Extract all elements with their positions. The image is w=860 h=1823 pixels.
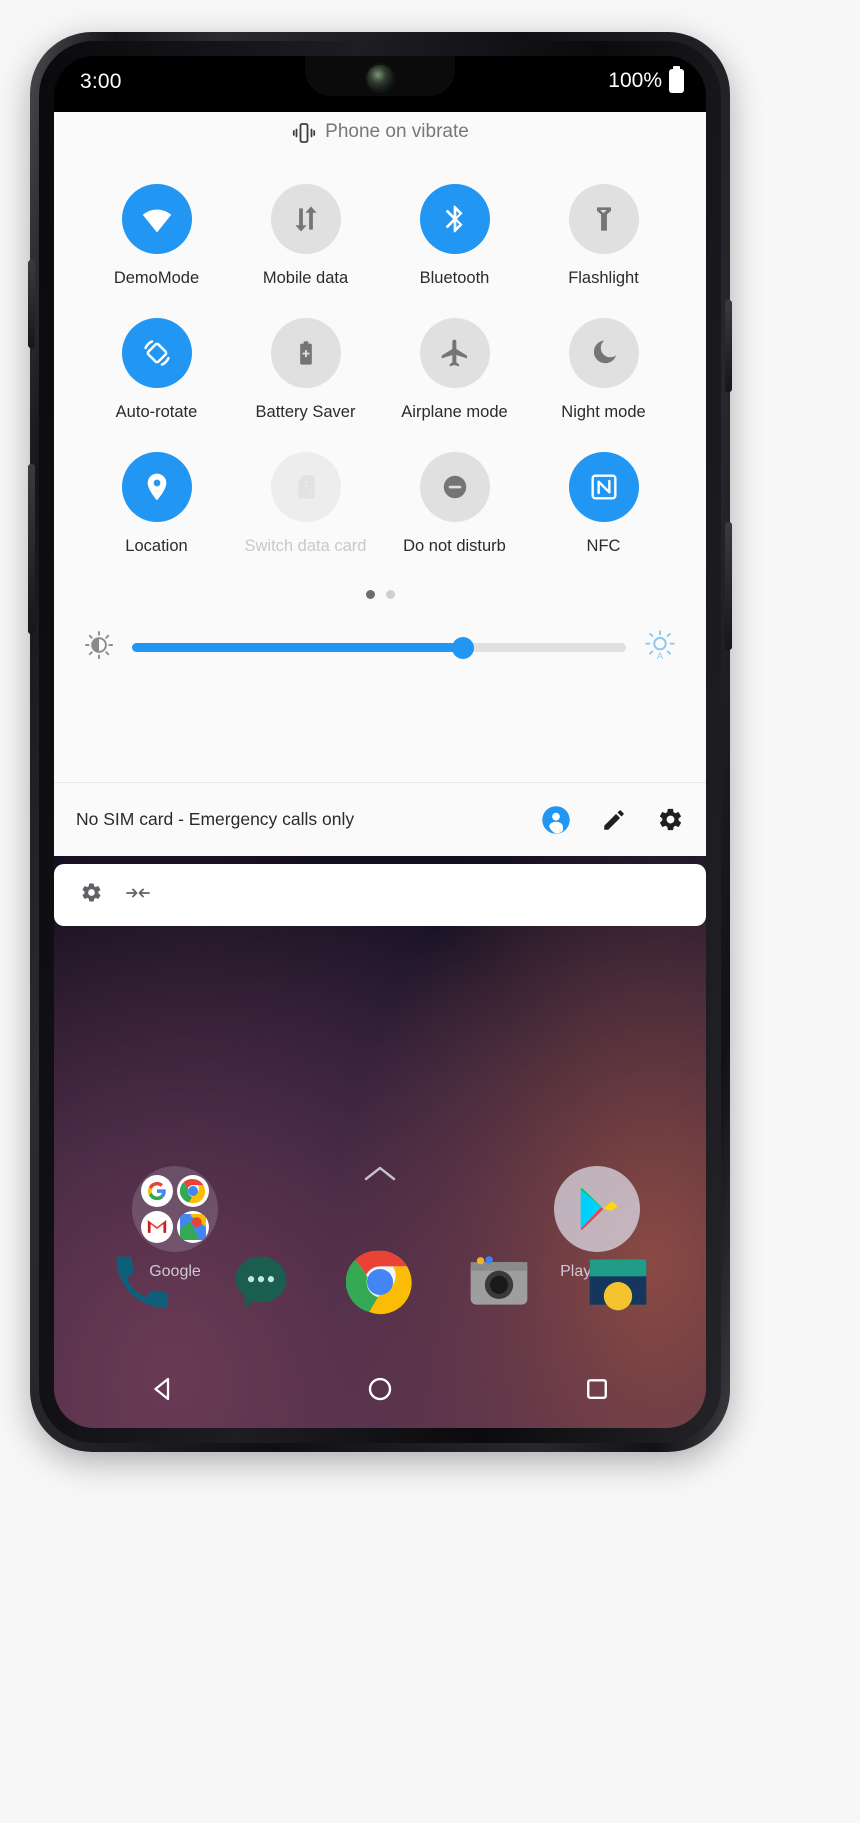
quick-settings-row: Location 1 Switch data card Do not distu… (82, 452, 678, 586)
qs-tile-label: Battery Saver (255, 403, 356, 421)
qs-tile-label: NFC (586, 537, 621, 555)
google-g-icon (141, 1175, 174, 1208)
notch (305, 56, 455, 96)
power-button[interactable] (725, 300, 732, 392)
mobile-data-icon[interactable] (270, 184, 341, 254)
dock-item-chrome[interactable] (345, 1248, 414, 1316)
qs-tile-label: Airplane mode (401, 403, 508, 421)
home-circle-icon[interactable] (365, 1374, 395, 1409)
battery-percent-label: 100% (608, 69, 662, 92)
brightness-slider-thumb[interactable] (451, 636, 474, 659)
qs-tile-mobile-data[interactable]: Mobile data (231, 184, 380, 288)
airplane-icon[interactable] (419, 318, 490, 388)
location-pin-icon[interactable] (121, 452, 192, 522)
qs-tile-night-mode[interactable]: Night mode (529, 318, 678, 422)
qs-tile-label: Switch data card (244, 537, 367, 555)
front-camera-icon (367, 65, 393, 91)
alert-slider-button[interactable] (28, 260, 35, 348)
qs-tile-location[interactable]: Location (82, 452, 231, 556)
status-bar: 3:00 100% (54, 56, 706, 112)
battery-saver-icon[interactable] (270, 318, 341, 388)
phone-device: Google Play Store (28, 32, 732, 1452)
sim-status-text: No SIM card - Emergency calls only (76, 809, 355, 829)
status-bar-clock: 3:00 (80, 70, 122, 93)
qs-tile-label: Do not disturb (403, 537, 506, 555)
brightness-slider-fill (132, 643, 463, 652)
qs-tile-demomode[interactable]: DemoMode (82, 184, 231, 288)
dock-item-camera[interactable] (465, 1248, 533, 1316)
qs-tile-label: Location (125, 537, 188, 555)
back-triangle-icon[interactable] (148, 1374, 178, 1409)
quick-settings-row: DemoMode Mobile data Bluetooth Flashligh… (82, 184, 678, 318)
phone-screen: Google Play Store (54, 56, 706, 1428)
bluetooth-icon[interactable] (419, 184, 490, 254)
volume-down-button[interactable] (28, 464, 35, 634)
battery-full-icon (669, 66, 684, 93)
recents-square-icon[interactable] (582, 1374, 612, 1409)
qs-tile-bluetooth[interactable]: Bluetooth (380, 184, 529, 288)
qs-tile-label: Bluetooth (419, 269, 490, 287)
google-maps-icon (176, 1210, 209, 1243)
qs-tile-label: Mobile data (262, 269, 349, 287)
dock-item-photos[interactable] (584, 1248, 652, 1316)
dock-item-phone[interactable] (108, 1248, 176, 1316)
qs-tile-auto-rotate[interactable]: Auto-rotate (82, 318, 231, 422)
quick-settings-row: Auto-rotate Battery Saver Airplane mode … (82, 318, 678, 452)
auto-rotate-icon[interactable] (121, 318, 192, 388)
chrome-icon (176, 1175, 209, 1208)
google-folder-icon[interactable] (132, 1166, 218, 1252)
brightness-row: A (54, 599, 706, 666)
volume-button[interactable] (725, 522, 732, 650)
gear-settings-icon[interactable] (657, 806, 684, 833)
sim-card-icon[interactable]: 1 (270, 452, 341, 522)
pencil-edit-icon[interactable] (601, 807, 627, 833)
flashlight-icon[interactable] (568, 184, 639, 254)
do-not-disturb-icon[interactable] (419, 452, 490, 522)
quick-settings-page-dots[interactable] (54, 590, 706, 599)
page-dot-2[interactable] (385, 590, 395, 599)
qs-tile-battery-saver[interactable]: Battery Saver (231, 318, 380, 422)
quick-settings-tiles: DemoMode Mobile data Bluetooth Flashligh… (54, 168, 706, 586)
gmail-icon (141, 1210, 174, 1243)
notification-settings-card[interactable] (54, 864, 706, 926)
moon-icon[interactable] (568, 318, 639, 388)
chevron-up-icon[interactable] (363, 1164, 397, 1189)
dock-item-messages[interactable] (227, 1248, 295, 1316)
brightness-auto-icon[interactable]: A (644, 629, 676, 666)
qs-tile-switch-data-card[interactable]: 1 Switch data card (231, 452, 380, 556)
quick-settings-panel: Phone on vibrate DemoMode Mobile data Bl… (54, 96, 706, 856)
quick-settings-footer: No SIM card - Emergency calls only (54, 782, 706, 856)
page-dot-1[interactable] (365, 590, 375, 599)
user-account-icon[interactable] (541, 805, 571, 835)
qs-tile-airplane-mode[interactable]: Airplane mode (380, 318, 529, 422)
wifi-icon[interactable] (121, 184, 192, 254)
qs-tile-label: Auto-rotate (115, 403, 198, 421)
gear-settings-icon[interactable] (80, 881, 103, 909)
brightness-low-icon[interactable] (84, 630, 114, 665)
dock (54, 1248, 706, 1316)
navigation-bar (54, 1354, 706, 1428)
collapse-arrows-icon[interactable] (125, 884, 151, 907)
vibrate-icon (291, 120, 316, 144)
quick-settings-header-label: Phone on vibrate (325, 121, 469, 142)
qs-tile-nfc[interactable]: NFC (529, 452, 678, 556)
play-store-icon[interactable] (554, 1166, 640, 1252)
qs-tile-flashlight[interactable]: Flashlight (529, 184, 678, 288)
status-bar-right: 100% (608, 66, 684, 93)
qs-tile-do-not-disturb[interactable]: Do not disturb (380, 452, 529, 556)
svg-text:A: A (657, 651, 663, 661)
qs-tile-label: DemoMode (113, 269, 200, 287)
nfc-icon[interactable] (568, 452, 639, 522)
qs-tile-label: Flashlight (568, 269, 639, 287)
brightness-slider[interactable] (132, 636, 626, 659)
qs-tile-label: Night mode (561, 403, 646, 421)
